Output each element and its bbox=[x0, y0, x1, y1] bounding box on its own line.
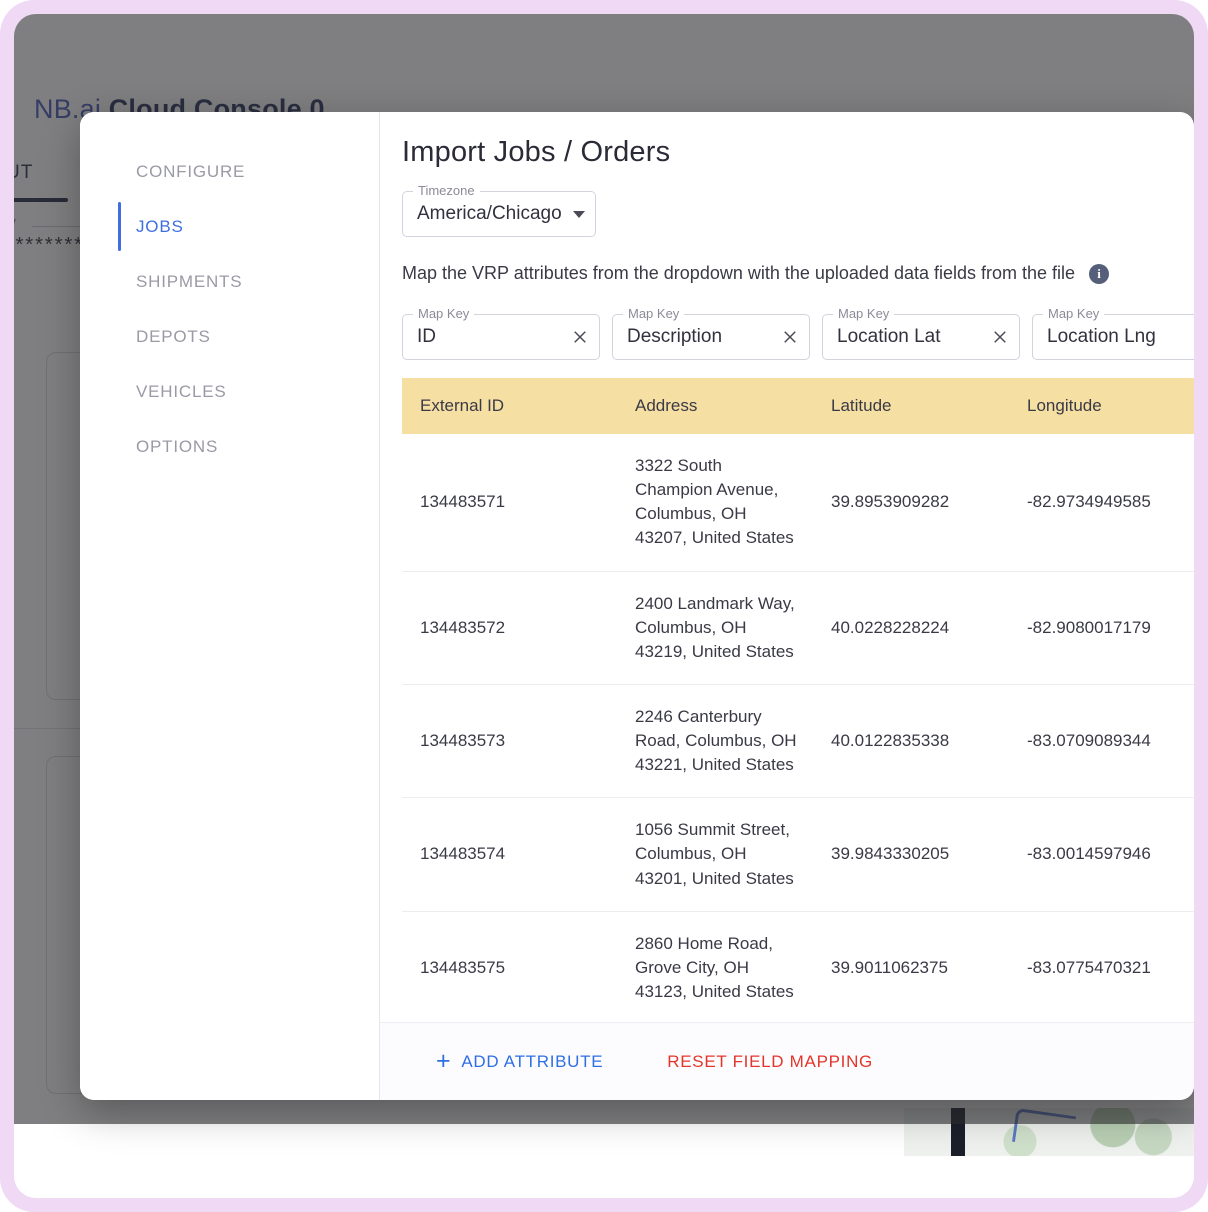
cell-address: 1056 Summit Street, Columbus, OH 43201, … bbox=[617, 797, 813, 912]
table-row[interactable]: 134483573 2246 Canterbury Road, Columbus… bbox=[402, 684, 1194, 799]
sidebar-item-jobs[interactable]: JOBS bbox=[80, 199, 379, 254]
modal-sidebar: CONFIGURE JOBS SHIPMENTS DEPOTS VEHICLES… bbox=[80, 112, 380, 1100]
table-header-row: External ID Address Latitude Longitude A… bbox=[402, 378, 1194, 434]
add-attribute-button[interactable]: + ADD ATTRIBUTE bbox=[436, 1049, 603, 1074]
cell-address: 3322 South Champion Avenue, Columbus, OH… bbox=[617, 434, 813, 572]
cell-attribute: 2 bbox=[1191, 684, 1194, 799]
mapping-instructions-text: Map the VRP attributes from the dropdown… bbox=[402, 263, 1076, 283]
cell-latitude: 39.9843330205 bbox=[813, 797, 1009, 912]
cell-address: 2860 Home Road, Grove City, OH 43123, Un… bbox=[617, 911, 813, 1022]
map-key-value: Description bbox=[627, 326, 723, 347]
cell-longitude: -82.9080017179 bbox=[1009, 571, 1191, 685]
modal-scroll-area: Import Jobs / Orders Timezone America/Ch… bbox=[380, 112, 1194, 1022]
cell-external-id: 134483571 bbox=[402, 434, 617, 572]
mapping-instructions: Map the VRP attributes from the dropdown… bbox=[402, 263, 1194, 284]
info-icon[interactable]: i bbox=[1089, 263, 1110, 284]
map-key-legend: Map Key bbox=[623, 306, 685, 321]
cell-longitude: -82.9734949585 bbox=[1009, 434, 1191, 572]
sidebar-item-label: JOBS bbox=[136, 216, 184, 236]
sidebar-item-label: OPTIONS bbox=[136, 436, 219, 456]
page-title: Import Jobs / Orders bbox=[402, 136, 671, 168]
column-header-latitude: Latitude bbox=[813, 378, 1009, 434]
sidebar-item-options[interactable]: OPTIONS bbox=[80, 419, 379, 474]
table-body: 134483571 3322 South Champion Avenue, Co… bbox=[402, 434, 1194, 1022]
cell-attribute bbox=[1191, 434, 1194, 572]
cell-attribute: 2 bbox=[1191, 797, 1194, 912]
map-key-field-2[interactable]: Map Key Description bbox=[612, 306, 810, 360]
map-key-field-1[interactable]: Map Key ID bbox=[402, 306, 600, 360]
cell-external-id: 134483573 bbox=[402, 684, 617, 799]
column-header-attribute: At bbox=[1191, 378, 1194, 434]
map-key-legend: Map Key bbox=[1043, 306, 1105, 321]
table-row[interactable]: 134483571 3322 South Champion Avenue, Co… bbox=[402, 434, 1194, 572]
import-preview-table-wrapper: External ID Address Latitude Longitude A… bbox=[402, 378, 1194, 1022]
table-row[interactable]: 134483572 2400 Landmark Way, Columbus, O… bbox=[402, 571, 1194, 685]
sidebar-item-label: VEHICLES bbox=[136, 381, 227, 401]
cell-address: 2400 Landmark Way, Columbus, OH 43219, U… bbox=[617, 571, 813, 685]
modal-footer: + ADD ATTRIBUTE RESET FIELD MAPPING bbox=[380, 1022, 1194, 1100]
table-row[interactable]: 134483575 2860 Home Road, Grove City, OH… bbox=[402, 911, 1194, 1022]
sidebar-item-label: DEPOTS bbox=[136, 326, 211, 346]
cell-external-id: 134483572 bbox=[402, 571, 617, 685]
cell-attribute: 2 bbox=[1191, 911, 1194, 1022]
cell-external-id: 134483574 bbox=[402, 797, 617, 912]
map-key-value: Location Lng bbox=[1047, 326, 1156, 347]
reset-field-mapping-label: RESET FIELD MAPPING bbox=[667, 1051, 873, 1071]
timezone-value: America/Chicago bbox=[417, 203, 562, 224]
map-key-row: Map Key ID Map Key Description Map Key L… bbox=[402, 306, 1194, 360]
table-row[interactable]: 134483574 1056 Summit Street, Columbus, … bbox=[402, 797, 1194, 912]
map-key-value: Location Lat bbox=[837, 326, 941, 347]
map-key-value: ID bbox=[417, 326, 436, 347]
sidebar-item-vehicles[interactable]: VEHICLES bbox=[80, 364, 379, 419]
cell-attribute: 2 bbox=[1191, 571, 1194, 685]
timezone-select[interactable]: Timezone America/Chicago bbox=[402, 183, 596, 237]
cell-longitude: -83.0709089344 bbox=[1009, 684, 1191, 799]
map-key-field-3[interactable]: Map Key Location Lat bbox=[822, 306, 1020, 360]
cell-latitude: 40.0228228224 bbox=[813, 571, 1009, 685]
plus-icon: + bbox=[436, 1047, 452, 1075]
app-frame: NB.ai Cloud Console 0 UT S ey **********… bbox=[0, 0, 1208, 1212]
cell-latitude: 40.0122835338 bbox=[813, 684, 1009, 799]
column-header-external-id: External ID bbox=[402, 378, 617, 434]
sidebar-item-label: SHIPMENTS bbox=[136, 271, 243, 291]
timezone-legend: Timezone bbox=[413, 183, 480, 198]
map-key-legend: Map Key bbox=[413, 306, 475, 321]
import-preview-table: External ID Address Latitude Longitude A… bbox=[402, 378, 1194, 1022]
cell-latitude: 39.9011062375 bbox=[813, 911, 1009, 1022]
map-key-field-4[interactable]: Map Key Location Lng bbox=[1032, 306, 1194, 360]
cell-latitude: 39.8953909282 bbox=[813, 434, 1009, 572]
chevron-down-icon bbox=[573, 210, 585, 218]
map-key-legend: Map Key bbox=[833, 306, 895, 321]
sidebar-item-depots[interactable]: DEPOTS bbox=[80, 309, 379, 364]
cell-longitude: -83.0775470321 bbox=[1009, 911, 1191, 1022]
cell-address: 2246 Canterbury Road, Columbus, OH 43221… bbox=[617, 684, 813, 799]
column-header-address: Address bbox=[617, 378, 813, 434]
close-icon[interactable] bbox=[571, 328, 589, 346]
app-window: NB.ai Cloud Console 0 UT S ey **********… bbox=[14, 14, 1194, 1198]
table-header: External ID Address Latitude Longitude A… bbox=[402, 378, 1194, 434]
sidebar-item-shipments[interactable]: SHIPMENTS bbox=[80, 254, 379, 309]
close-icon[interactable] bbox=[991, 328, 1009, 346]
modal-content: Import Jobs / Orders Timezone America/Ch… bbox=[380, 112, 1194, 1100]
cell-longitude: -83.0014597946 bbox=[1009, 797, 1191, 912]
sidebar-item-configure[interactable]: CONFIGURE bbox=[80, 144, 379, 199]
sidebar-item-label: CONFIGURE bbox=[136, 161, 246, 181]
import-jobs-modal: CONFIGURE JOBS SHIPMENTS DEPOTS VEHICLES… bbox=[80, 112, 1194, 1100]
add-attribute-label: ADD ATTRIBUTE bbox=[461, 1051, 604, 1071]
column-header-longitude: Longitude bbox=[1009, 378, 1191, 434]
cell-external-id: 134483575 bbox=[402, 911, 617, 1022]
reset-field-mapping-button[interactable]: RESET FIELD MAPPING bbox=[667, 1052, 873, 1072]
close-icon[interactable] bbox=[781, 328, 799, 346]
